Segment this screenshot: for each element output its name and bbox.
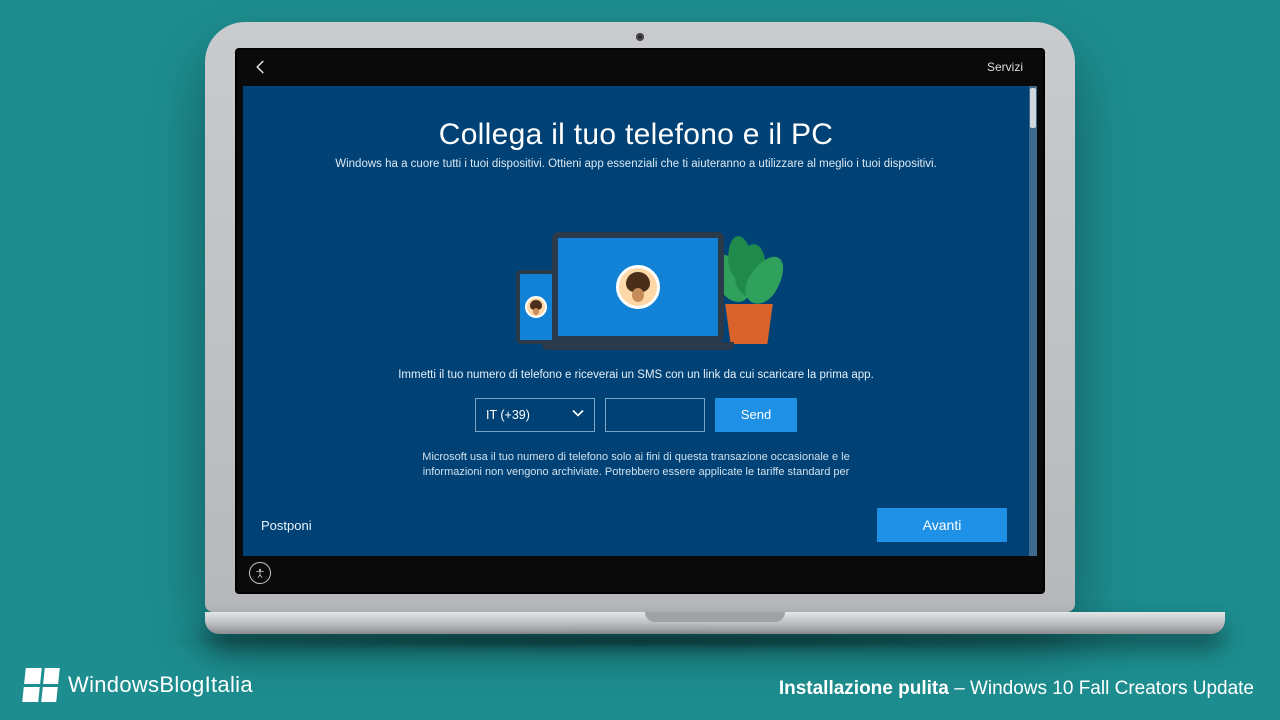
- page-title: Collega il tuo telefono e il PC: [439, 118, 834, 152]
- chevron-down-icon: [572, 407, 584, 422]
- site-name: WindowsBlogItalia: [68, 672, 253, 698]
- phone-input-row: IT (+39) Send: [475, 398, 797, 432]
- back-arrow-icon[interactable]: [251, 57, 271, 77]
- page-subtitle: Windows ha a cuore tutti i tuoi disposit…: [335, 158, 937, 170]
- oobe-panel: Collega il tuo telefono e il PC Windows …: [243, 86, 1037, 556]
- shadow: [140, 632, 1140, 650]
- oobe-topbar: Servizi: [237, 50, 1043, 84]
- next-button[interactable]: Avanti: [877, 508, 1007, 542]
- oobe-footer: Postponi Avanti: [261, 508, 1007, 542]
- site-branding: WindowsBlogItalia: [24, 668, 253, 702]
- accessibility-icon[interactable]: [249, 562, 271, 584]
- country-code-select[interactable]: IT (+39): [475, 398, 595, 432]
- country-code-value: IT (+39): [486, 408, 530, 422]
- plant-pot-icon: [722, 304, 776, 344]
- laptop-lid: Servizi Collega il tuo telefono e il PC …: [205, 22, 1075, 612]
- disclaimer-text: Microsoft usa il tuo numero di telefono …: [406, 450, 866, 482]
- avatar-icon: [616, 265, 660, 309]
- link-phone-illustration: [496, 200, 776, 350]
- postpone-link[interactable]: Postponi: [261, 518, 312, 533]
- laptop-mockup: Servizi Collega il tuo telefono e il PC …: [205, 22, 1075, 634]
- avatar-icon: [525, 296, 547, 318]
- screen: Servizi Collega il tuo telefono e il PC …: [237, 50, 1043, 592]
- laptop-illustration-icon: [552, 232, 724, 350]
- scrollbar[interactable]: [1029, 86, 1037, 556]
- laptop-hinge: [205, 612, 1225, 634]
- scrollbar-thumb[interactable]: [1030, 88, 1036, 128]
- plant-leaves-icon: [718, 230, 774, 306]
- phone-illustration-icon: [516, 270, 556, 344]
- image-caption: Installazione pulita – Windows 10 Fall C…: [779, 678, 1254, 700]
- windows-logo-icon: [22, 668, 60, 702]
- webcam-icon: [636, 33, 644, 41]
- screen-bezel: Servizi Collega il tuo telefono e il PC …: [235, 48, 1045, 594]
- send-button[interactable]: Send: [715, 398, 797, 432]
- instruction-text: Immetti il tuo numero di telefono e rice…: [398, 368, 874, 384]
- phone-number-input[interactable]: [605, 398, 705, 432]
- services-link[interactable]: Servizi: [987, 60, 1029, 74]
